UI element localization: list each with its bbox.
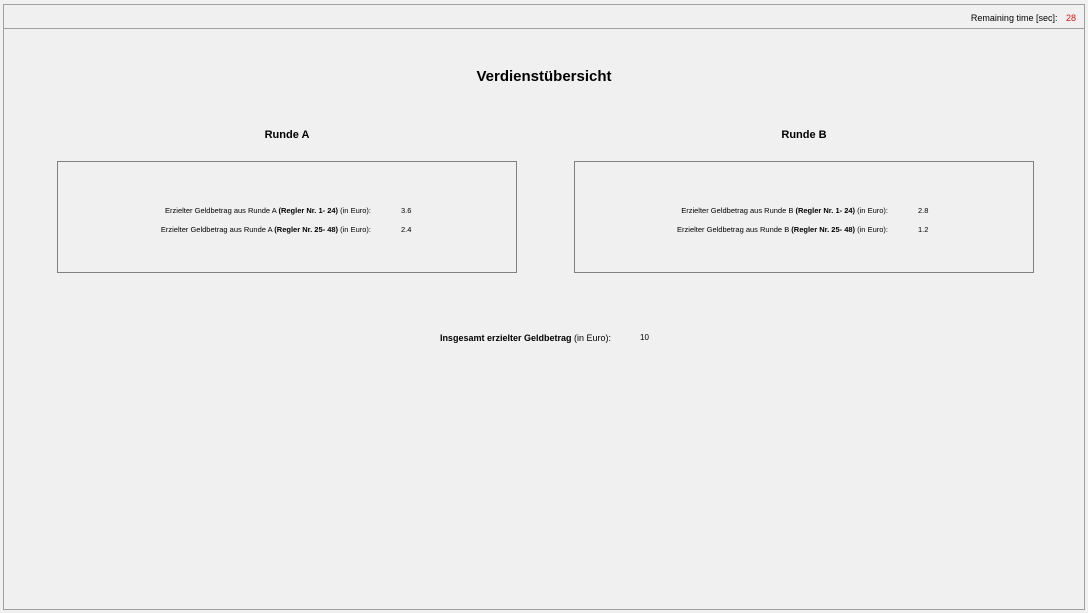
total-value: 10 [640, 333, 649, 342]
round-b-row-1-label: Erzielter Geldbetrag aus Runde B (Regler… [681, 206, 888, 215]
total-label: Insgesamt erzielter Geldbetrag (in Euro)… [439, 333, 611, 343]
round-b-box: Erzielter Geldbetrag aus Runde B (Regler… [574, 161, 1034, 273]
round-a-row-2-value: 2.4 [401, 225, 412, 234]
round-b-row-2-value: 1.2 [918, 225, 929, 234]
round-a-row-1-value: 3.6 [401, 206, 412, 215]
round-b-row-1-value: 2.8 [918, 206, 929, 215]
page-title: Verdienstübersicht [476, 68, 612, 85]
round-a-heading: Runde A [264, 129, 310, 141]
round-b-heading: Runde B [781, 129, 827, 141]
top-bar: Remaining time [sec]: 28 [4, 5, 1084, 29]
round-a-box: Erzielter Geldbetrag aus Runde A (Regler… [57, 161, 517, 273]
remaining-time: Remaining time [sec]: 28 [971, 13, 1076, 23]
window-frame: Remaining time [sec]: 28 [3, 4, 1085, 610]
round-b-row-2-label: Erzielter Geldbetrag aus Runde B (Regler… [677, 225, 888, 234]
round-a-row-2-label: Erzielter Geldbetrag aus Runde A (Regler… [160, 225, 371, 234]
round-a-row-1-label: Erzielter Geldbetrag aus Runde A (Regler… [165, 206, 371, 215]
remaining-time-label: Remaining time [sec]: [970, 13, 1058, 23]
remaining-time-value: 28 [1065, 13, 1076, 23]
